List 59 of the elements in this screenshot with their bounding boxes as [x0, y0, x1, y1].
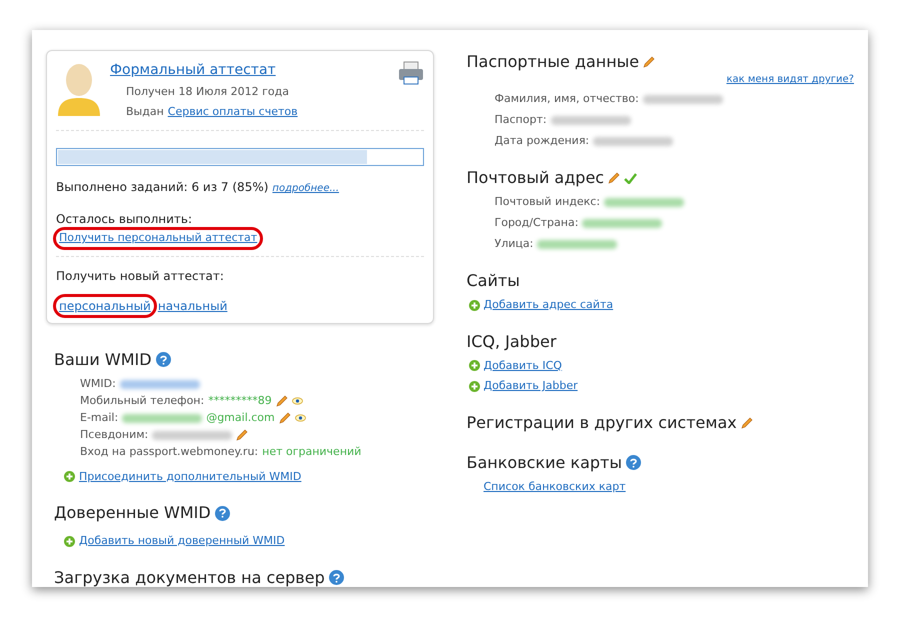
help-icon[interactable]: [214, 506, 230, 520]
plus-icon[interactable]: [64, 536, 75, 547]
issued-label: Выдан: [126, 104, 164, 120]
section-heading: Почтовый адрес: [466, 167, 604, 189]
field-label: Паспорт:: [494, 112, 547, 128]
certificate-link[interactable]: персональный: [56, 296, 154, 314]
eye-icon[interactable]: [294, 414, 306, 422]
field-label: Почтовый индекс:: [494, 194, 600, 210]
pencil-icon[interactable]: [643, 56, 656, 68]
field-label: Город/Страна:: [494, 215, 578, 232]
field-value: нет ограничений: [262, 444, 362, 460]
visibility-link[interactable]: как меня видят другие?: [726, 72, 854, 87]
plus-icon[interactable]: [468, 360, 480, 372]
field-label: Дата рождения:: [494, 133, 590, 150]
pencil-icon[interactable]: [608, 172, 620, 184]
section-heading: Доверенные WMID: [54, 502, 211, 524]
field-label: Фамилия, имя, отчество:: [494, 91, 639, 108]
add-link[interactable]: Добавить ICQ: [484, 358, 562, 374]
issuer-link[interactable]: Сервис оплаты счетов: [168, 104, 298, 120]
field-value: *********89: [208, 392, 272, 409]
field-label: Вход на passport.webmoney.ru:: [80, 444, 258, 460]
pencil-icon[interactable]: [276, 395, 288, 407]
certificate-link[interactable]: начальный: [158, 296, 228, 314]
section-heading: ICQ, Jabber: [466, 330, 556, 352]
help-icon[interactable]: [156, 352, 171, 367]
field-label: E-mail:: [80, 410, 118, 426]
printer-icon[interactable]: [398, 61, 424, 85]
add-link[interactable]: Добавить адрес сайта: [484, 297, 614, 314]
pencil-icon[interactable]: [278, 412, 291, 424]
field-label: Мобильный телефон:: [80, 392, 204, 409]
section-heading: Сайты: [466, 270, 520, 292]
tasks-progress-text: Выполнено заданий: 6 из 7 (85%): [56, 179, 268, 196]
add-link[interactable]: Присоединить дополнительный WMID: [79, 468, 302, 485]
certificate-link[interactable]: Получить персональный аттестат: [56, 230, 260, 246]
add-link[interactable]: Добавить Jabber: [484, 378, 578, 394]
add-link[interactable]: Добавить новый доверенный WMID: [79, 533, 285, 550]
section-heading: Паспортные данные: [466, 51, 640, 73]
plus-icon[interactable]: [64, 471, 75, 482]
field-label: Улица:: [494, 236, 534, 252]
field-label: Псевдоним:: [80, 426, 148, 443]
pencil-icon[interactable]: [236, 429, 248, 441]
eye-icon[interactable]: [292, 397, 303, 405]
section-heading: Регистрации в других системах: [466, 412, 737, 434]
received-date: Получен 18 Июля 2012 года: [126, 84, 290, 100]
plus-icon[interactable]: [468, 300, 480, 311]
section-heading: Загрузка документов на сервер: [54, 566, 325, 587]
add-link[interactable]: Список банковских карт: [484, 478, 626, 495]
certificate-title[interactable]: Формальный аттестат: [110, 62, 276, 78]
help-icon[interactable]: [626, 455, 641, 470]
remaining-label: Осталось выполнить:: [56, 211, 194, 228]
field-label: WMID:: [80, 376, 116, 392]
details-link[interactable]: подробнее...: [272, 181, 340, 196]
section-heading: Банковские карты: [466, 452, 622, 474]
field-value: @gmail.com: [206, 410, 275, 426]
pencil-icon[interactable]: [740, 416, 753, 428]
new-certificate-label: Получить новый аттестат:: [56, 268, 225, 284]
section-heading: Ваши WMID: [54, 348, 152, 370]
help-icon[interactable]: [328, 570, 344, 585]
plus-icon[interactable]: [468, 380, 480, 392]
